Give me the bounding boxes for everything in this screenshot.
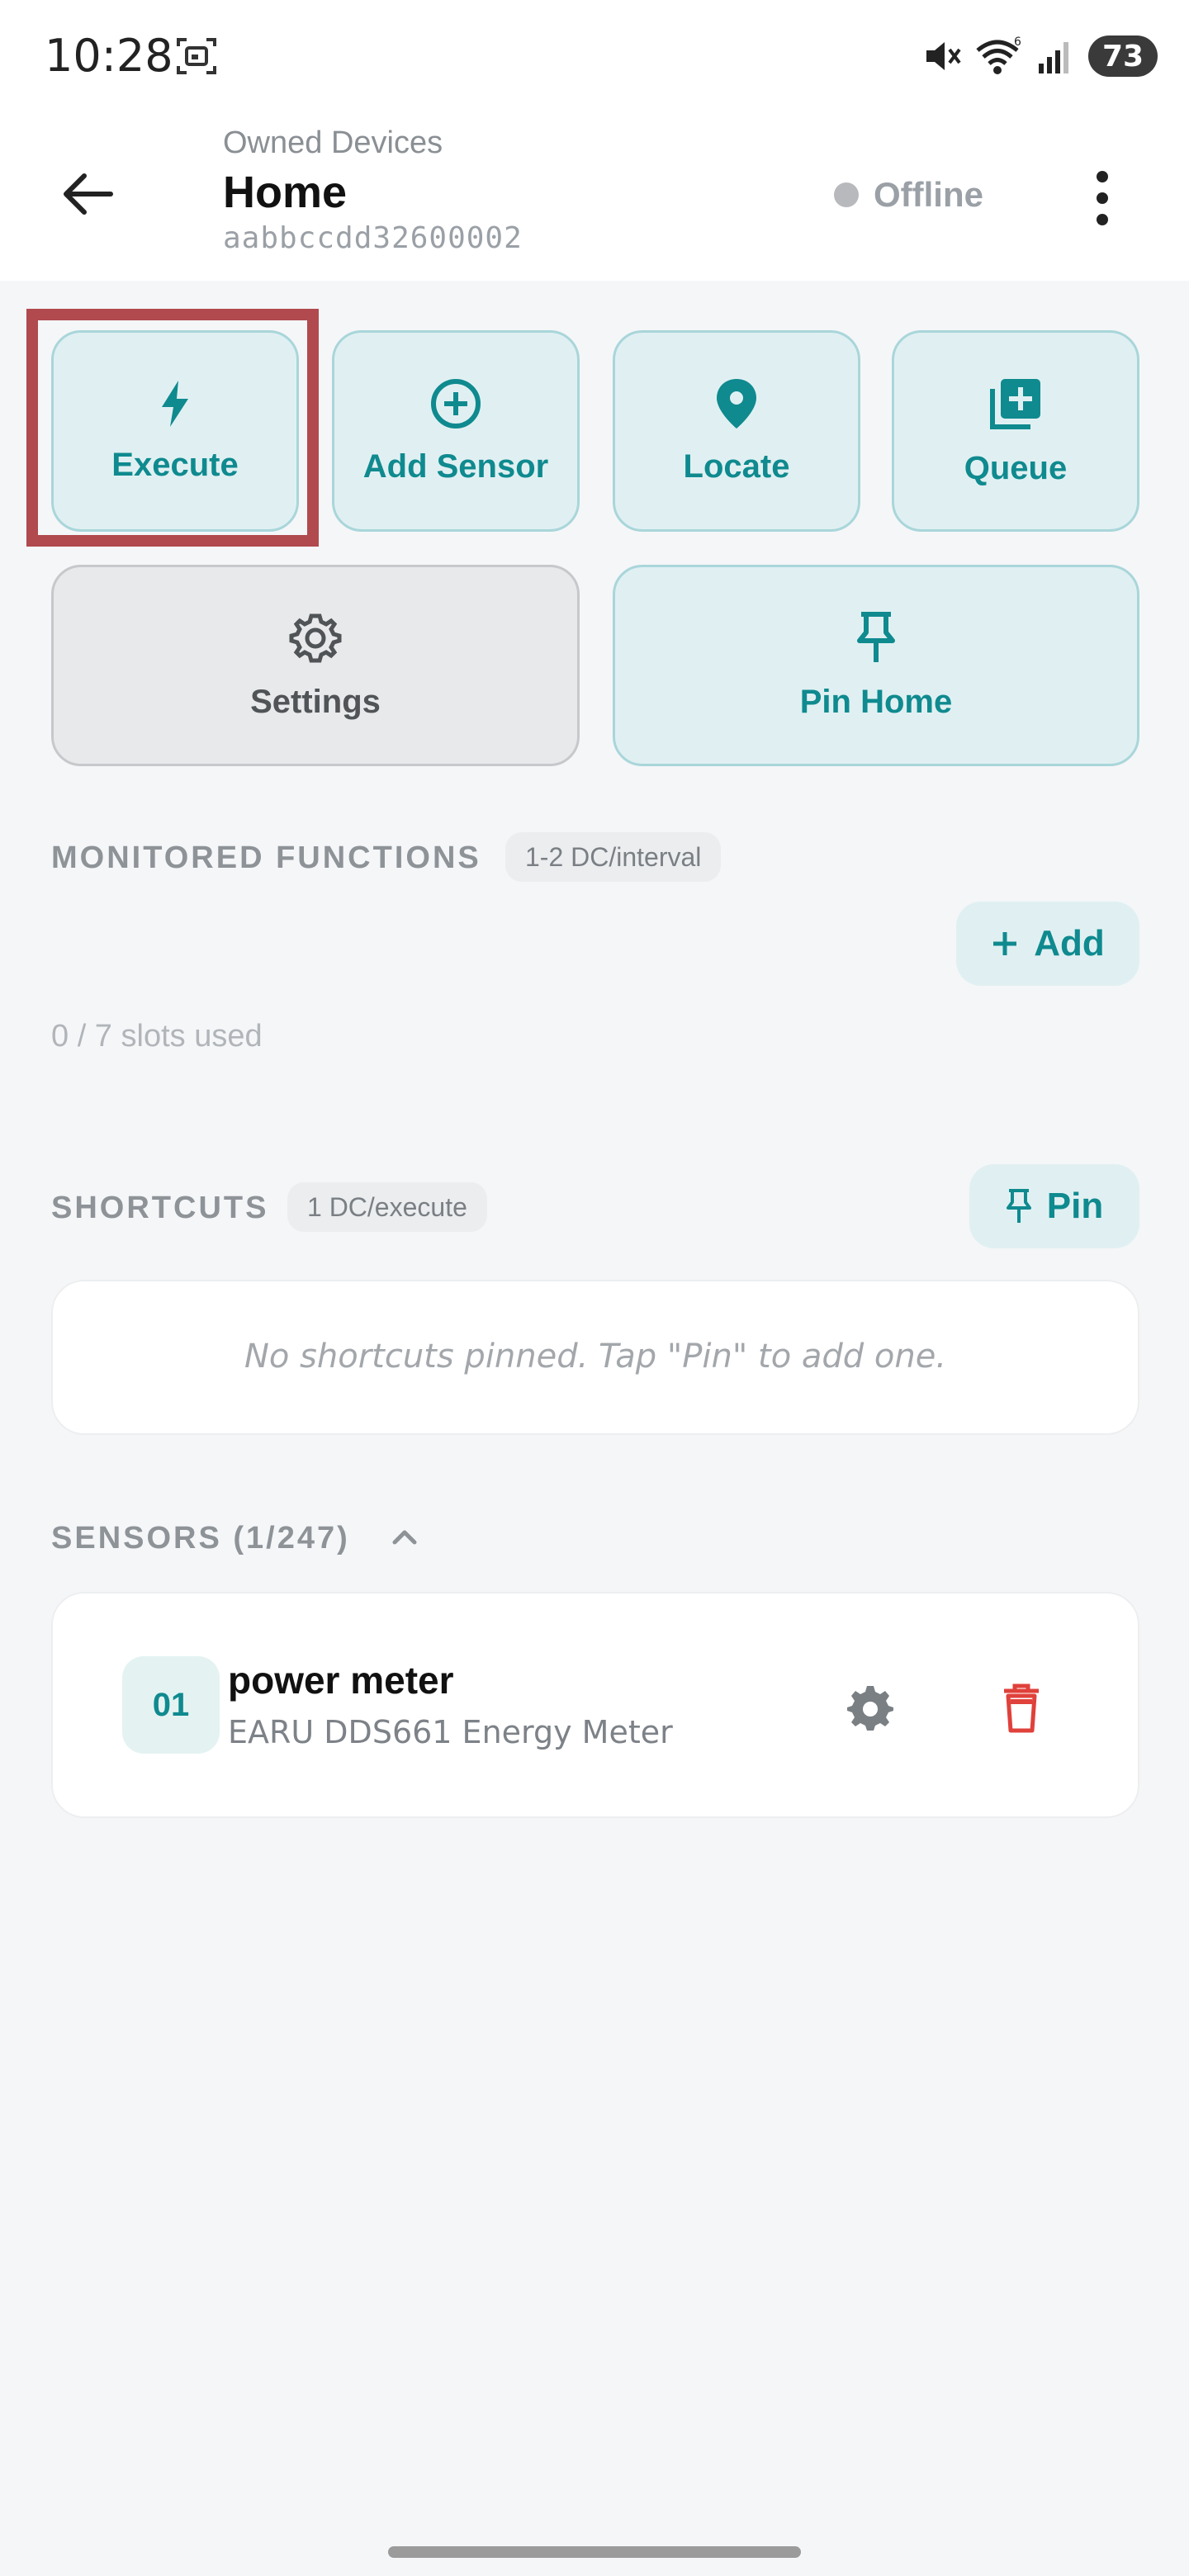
status-dot-icon bbox=[834, 182, 859, 207]
chevron-up-icon[interactable] bbox=[388, 1524, 421, 1549]
pin-home-label: Pin Home bbox=[799, 683, 953, 720]
status-label: Offline bbox=[874, 175, 983, 214]
breadcrumb: Owned Devices bbox=[223, 125, 443, 160]
queue-label: Queue bbox=[964, 449, 1068, 486]
mute-icon bbox=[926, 42, 961, 70]
execute-label: Execute bbox=[111, 446, 239, 483]
settings-label: Settings bbox=[250, 683, 381, 720]
execute-button[interactable]: Execute bbox=[51, 330, 299, 532]
pin-shortcut-button[interactable]: Pin bbox=[969, 1164, 1139, 1248]
battery-icon: 73 bbox=[1088, 36, 1158, 77]
gear-icon[interactable] bbox=[846, 1683, 895, 1732]
pin-home-button[interactable]: Pin Home bbox=[613, 565, 1139, 766]
sensor-name: power meter bbox=[228, 1659, 454, 1702]
bolt-icon bbox=[162, 380, 188, 427]
gear-icon bbox=[289, 613, 342, 662]
signal-icon bbox=[1039, 42, 1068, 73]
more-options-button[interactable] bbox=[1073, 157, 1131, 239]
add-sensor-button[interactable]: Add Sensor bbox=[332, 330, 580, 532]
back-button[interactable] bbox=[50, 157, 124, 231]
add-sensor-label: Add Sensor bbox=[362, 447, 549, 485]
shortcuts-empty-card: No shortcuts pinned. Tap "Pin" to add on… bbox=[51, 1280, 1139, 1435]
slots-used: 0 / 7 slots used bbox=[51, 1019, 263, 1054]
shortcuts-empty-text: No shortcuts pinned. Tap "Pin" to add on… bbox=[244, 1338, 947, 1376]
pin-label: Pin bbox=[1046, 1186, 1104, 1226]
page-title: Home bbox=[223, 168, 348, 217]
queue-add-icon bbox=[990, 378, 1040, 429]
settings-button[interactable]: Settings bbox=[51, 565, 580, 766]
status-icons: 6 73 bbox=[921, 31, 1158, 81]
shortcuts-title: SHORTCUTS bbox=[51, 1191, 269, 1225]
add-circle-icon bbox=[431, 378, 481, 429]
sensor-model: EARU DDS661 Energy Meter bbox=[228, 1714, 673, 1750]
delete-icon[interactable] bbox=[1001, 1683, 1042, 1734]
shortcuts-cost-chip: 1 DC/execute bbox=[287, 1182, 487, 1232]
list-item[interactable]: 01 power meter EARU DDS661 Energy Meter bbox=[51, 1592, 1139, 1818]
pin-icon bbox=[857, 611, 895, 662]
add-label: Add bbox=[1034, 923, 1105, 964]
sensor-number-badge: 01 bbox=[122, 1656, 220, 1754]
locate-button[interactable]: Locate bbox=[613, 330, 860, 532]
monitored-functions-title: MONITORED FUNCTIONS bbox=[51, 841, 481, 875]
queue-button[interactable]: Queue bbox=[892, 330, 1139, 532]
status-bar: 10:28 6 73 bbox=[0, 0, 1189, 107]
arrow-back-icon bbox=[64, 173, 113, 215]
status-time: 10:28 bbox=[45, 30, 173, 82]
app-bar: Owned Devices Home aabbccdd32600002 Offl… bbox=[0, 107, 1189, 281]
locate-label: Locate bbox=[683, 447, 790, 485]
sensors-title: SENSORS (1/247) bbox=[51, 1521, 350, 1556]
plus-icon bbox=[993, 932, 1017, 955]
location-pin-icon bbox=[717, 378, 756, 429]
monitored-cost-chip: 1-2 DC/interval bbox=[505, 832, 722, 882]
home-indicator[interactable] bbox=[388, 2546, 801, 2558]
screenshot-icon bbox=[177, 38, 216, 74]
wifi-icon: 6 bbox=[976, 36, 1021, 74]
pin-icon bbox=[1006, 1189, 1031, 1223]
add-monitored-button[interactable]: Add bbox=[956, 902, 1139, 986]
svg-text:6: 6 bbox=[1014, 36, 1021, 49]
status-badge: Offline bbox=[834, 175, 983, 215]
device-id: aabbccdd32600002 bbox=[223, 221, 523, 255]
